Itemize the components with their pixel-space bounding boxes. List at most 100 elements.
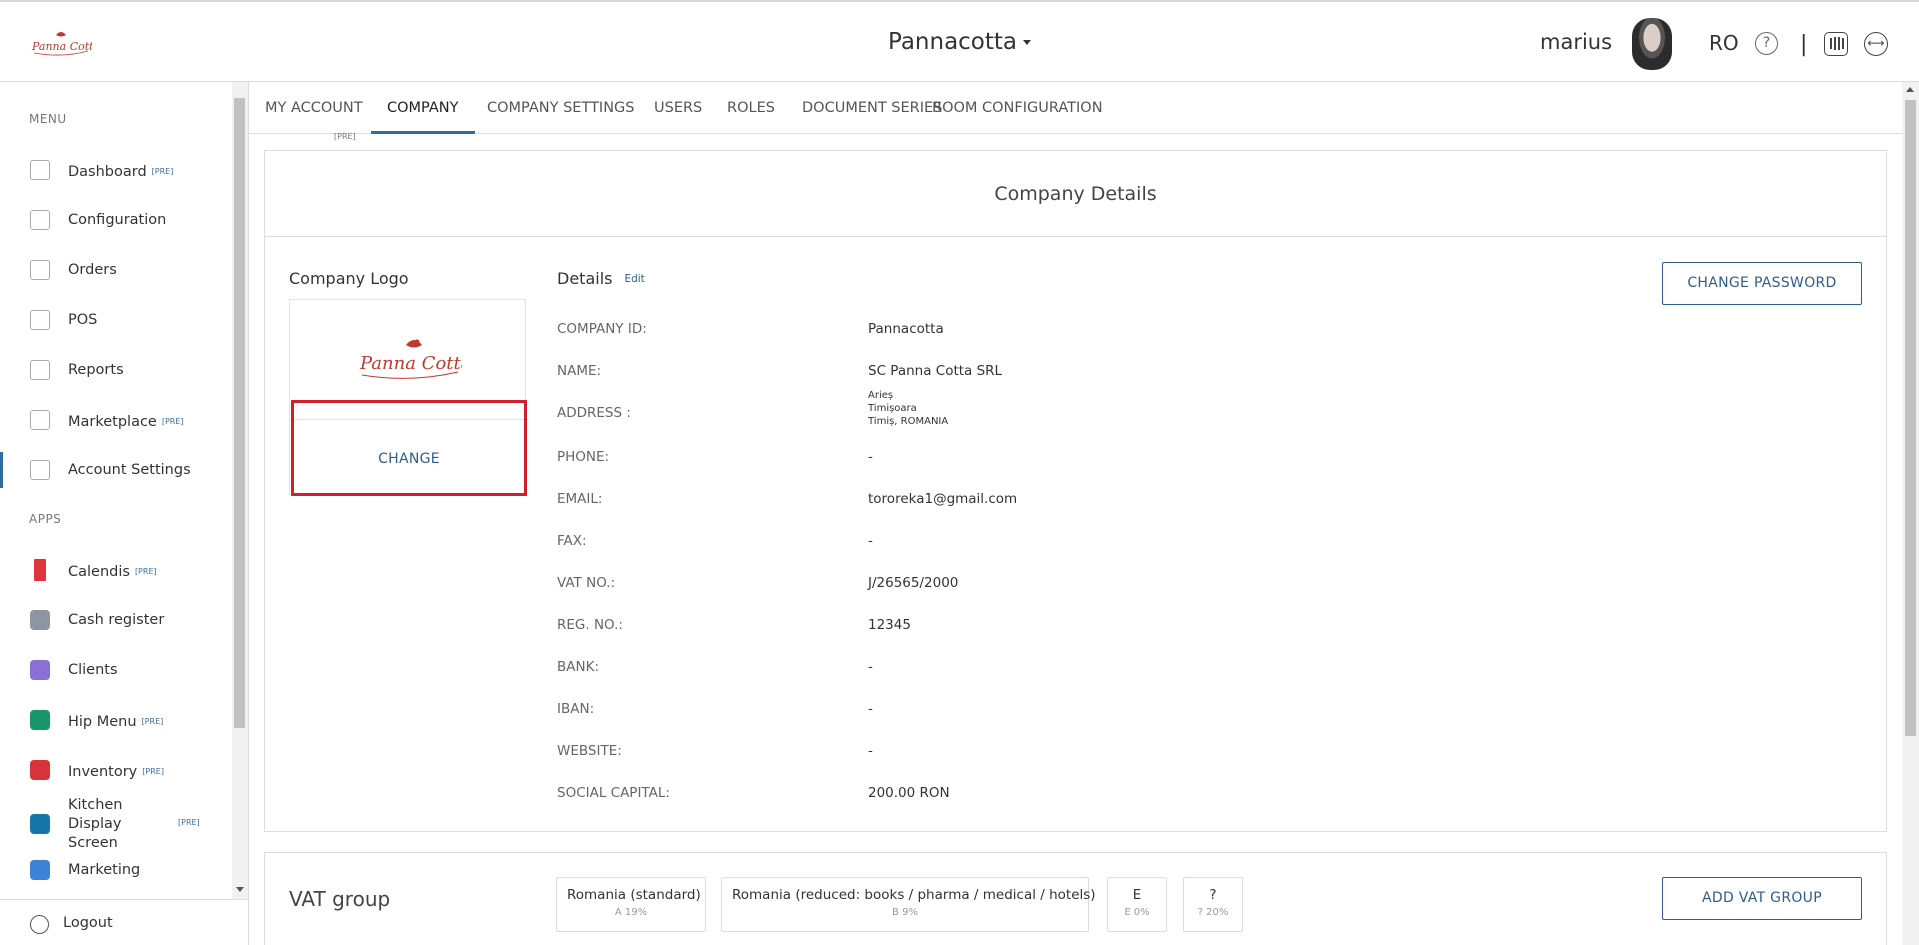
sidebar-scrollbar[interactable]	[232, 82, 248, 899]
detail-value-reg-no: 12345	[868, 617, 911, 633]
sidebar-item-pos[interactable]: POS	[0, 300, 232, 340]
tab-company[interactable]: COMPANY	[371, 82, 475, 134]
vat-group-rate: B 9%	[892, 907, 918, 918]
sidebar-item-cash-register[interactable]: Cash register	[0, 600, 232, 640]
switch-app-icon[interactable]: ⟷	[1864, 32, 1888, 56]
detail-value-email: tororeka1@gmail.com	[868, 491, 1018, 507]
username[interactable]: marius	[1540, 30, 1612, 54]
sidebar-item-label: Inventory	[68, 763, 138, 780]
change-logo-button[interactable]: CHANGE	[291, 451, 527, 467]
company-logo-image: Panna Cotta	[359, 339, 462, 379]
sidebar-item-label: Dashboard	[68, 163, 147, 180]
pre-badge: [PRE]	[134, 566, 157, 576]
tab-room-configuration[interactable]: ROOM CONFIGURATION	[916, 82, 1119, 134]
address-line: Timiș, ROMANIA	[868, 416, 949, 427]
tab-users[interactable]: USERS	[638, 82, 718, 134]
sidebar-item-label: Marketplace	[68, 413, 157, 430]
detail-label-bank: BANK:	[557, 659, 599, 675]
pre-badge: [PRE]	[161, 416, 184, 426]
detail-value-company-id: Pannacotta	[868, 321, 944, 337]
detail-label-name: NAME:	[557, 363, 602, 379]
sidebar-item-marketing[interactable]: Marketing	[0, 850, 232, 890]
sidebar-item-clients[interactable]: Clients	[0, 650, 232, 690]
detail-value-website: -	[868, 743, 873, 759]
intercom-icon[interactable]	[1824, 32, 1848, 56]
detail-value-bank: -	[868, 659, 873, 675]
sidebar-item-label: Reports	[68, 362, 124, 378]
chart-icon	[30, 160, 50, 180]
sidebar-border	[248, 82, 249, 945]
vat-group-chip[interactable]: Romania (reduced: books / pharma / medic…	[721, 877, 1096, 932]
company-logo-heading: Company Logo	[289, 269, 409, 288]
apps-section-label: APPS	[29, 512, 62, 526]
monitor-icon	[30, 310, 50, 330]
settings-tabs: MY ACCOUNT COMPANY COMPANY SETTINGS USER…	[249, 82, 1902, 134]
sidebar-item-label: Hip Menu	[68, 713, 137, 730]
sidebar-item-configuration[interactable]: Configuration	[0, 200, 232, 240]
people-icon	[30, 660, 50, 680]
vat-group-name: Romania (reduced: books / pharma / medic…	[732, 887, 1096, 903]
sidebar-item-dashboard[interactable]: Dashboard [PRE]	[0, 150, 232, 190]
register-icon	[30, 610, 50, 630]
details-heading-label: Details	[557, 269, 613, 288]
sidebar-item-reports[interactable]: Reports	[0, 350, 232, 390]
change-password-button[interactable]: CHANGE PASSWORD	[1662, 262, 1862, 305]
vat-group-name: ?	[1209, 887, 1217, 903]
tab-roles[interactable]: ROLES	[711, 82, 791, 134]
header-separator: |	[1800, 32, 1808, 57]
sidebar-item-hip-menu[interactable]: Hip Menu [PRE]	[0, 700, 232, 740]
help-icon[interactable]: ?	[1755, 32, 1778, 55]
sidebar: MENU APPS Dashboard [PRE] Configuration Ord…	[0, 82, 232, 899]
sidebar-item-orders[interactable]: Orders	[0, 250, 232, 290]
detail-value-iban: -	[868, 701, 873, 717]
sidebar-item-label: Calendis	[68, 563, 130, 580]
vat-group-chip[interactable]: E E 0%	[1107, 877, 1167, 932]
sidebar-item-label: POS	[68, 312, 98, 328]
menu-section-label: MENU	[29, 112, 67, 126]
scroll-up-arrow-icon[interactable]	[1906, 87, 1914, 92]
sidebar-item-label: Cash register	[68, 612, 165, 628]
sidebar-item-inventory[interactable]: Inventory [PRE]	[0, 750, 232, 790]
sidebar-item-label: Kitchen Display Screen	[68, 796, 123, 851]
detail-value-phone: -	[868, 449, 873, 465]
scroll-down-arrow-icon[interactable]	[236, 887, 244, 892]
sidebar-item-kitchen-display-screen[interactable]: Kitchen Display Screen [PRE]	[0, 797, 232, 851]
vat-group-name: Romania (standard)	[567, 887, 701, 903]
compass-icon	[30, 710, 50, 730]
add-vat-group-button[interactable]: ADD VAT GROUP	[1662, 877, 1862, 920]
top-bar: Panna Cotta Pannacotta marius RO ? | ⟷	[0, 0, 1919, 82]
sidebar-item-marketplace[interactable]: Marketplace [PRE]	[0, 400, 232, 440]
details-heading: Details Edit	[557, 269, 645, 288]
sidebar-item-label: Configuration	[68, 212, 167, 228]
logout-icon	[30, 915, 49, 934]
language-switcher[interactable]: RO	[1709, 31, 1739, 55]
detail-label-reg-no: REG. NO.:	[557, 617, 623, 633]
tab-company-settings[interactable]: COMPANY SETTINGS	[471, 82, 651, 134]
detail-value-address: Arieș Timișoara Timiș, ROMANIA	[868, 389, 948, 428]
tag-icon	[30, 210, 50, 230]
detail-value-name: SC Panna Cotta SRL	[868, 363, 1003, 379]
company-details-card: Company Details Company Logo Panna Cotta…	[264, 150, 1887, 832]
pre-badge: [PRE]	[151, 166, 174, 176]
logout-button[interactable]: Logout	[0, 899, 248, 945]
tab-my-account[interactable]: MY ACCOUNT	[249, 82, 379, 134]
detail-label-vat-no: VAT NO.:	[557, 575, 616, 591]
sidebar-item-calendis[interactable]: Calendis [PRE]	[0, 550, 232, 590]
vat-group-rate: ? 20%	[1197, 907, 1229, 918]
vat-group-chip[interactable]: ? ? 20%	[1183, 877, 1243, 932]
edit-details-link[interactable]: Edit	[624, 273, 644, 285]
card-title: Company Details	[265, 151, 1886, 237]
report-icon	[30, 360, 50, 380]
main-scroll-thumb[interactable]	[1905, 100, 1916, 736]
detail-label-email: EMAIL:	[557, 491, 603, 507]
vat-group-chip[interactable]: Romania (standard) A 19%	[556, 877, 706, 932]
main-scrollbar[interactable]	[1902, 82, 1919, 945]
vat-group-rate: E 0%	[1124, 907, 1150, 918]
sidebar-item-account-settings[interactable]: Account Settings	[0, 450, 232, 490]
sidebar-scroll-thumb[interactable]	[234, 98, 245, 728]
avatar[interactable]	[1632, 18, 1672, 70]
detail-label-iban: IBAN:	[557, 701, 595, 717]
detail-label-company-id: COMPANY ID:	[557, 321, 647, 337]
cart-app-icon	[30, 760, 50, 780]
detail-label-phone: PHONE:	[557, 449, 610, 465]
